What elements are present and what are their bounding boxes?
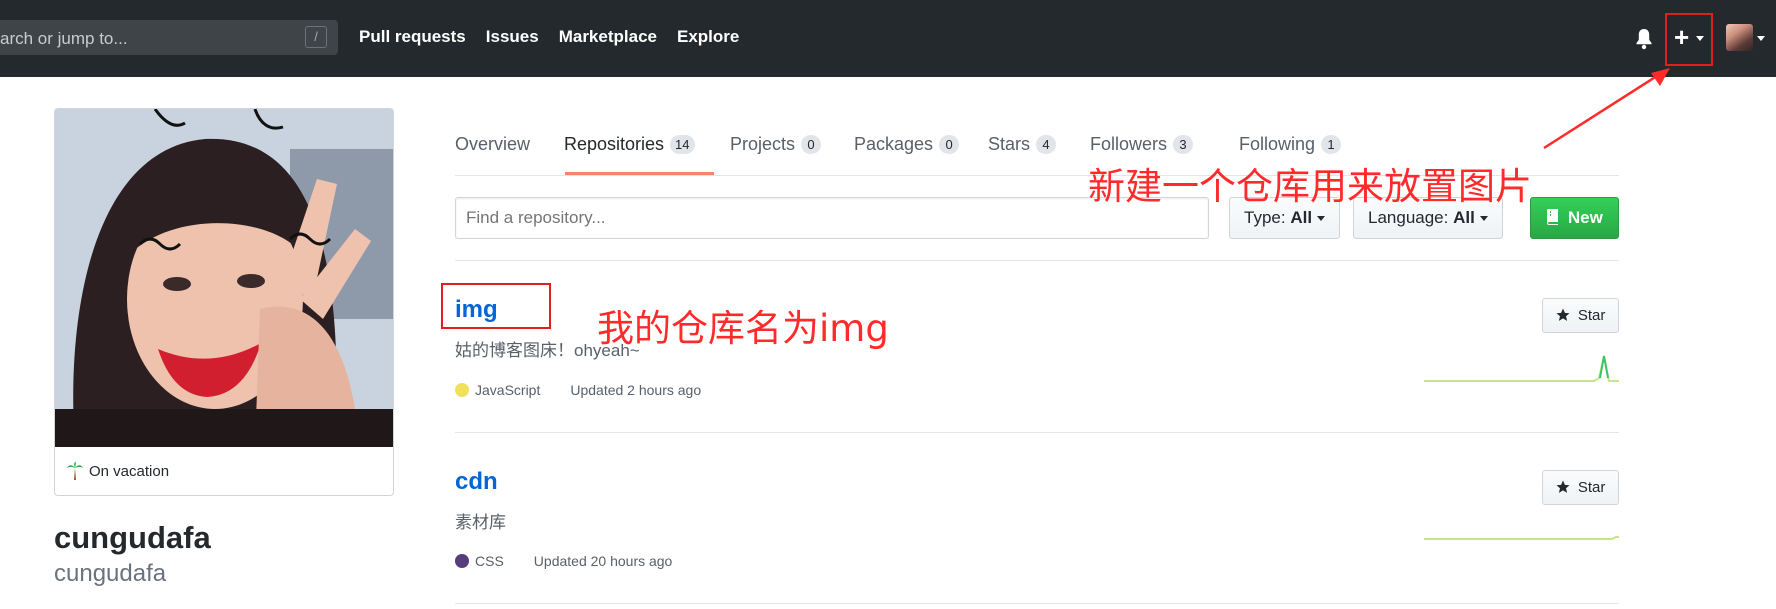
star-button-label: Star bbox=[1577, 479, 1606, 496]
active-tab-indicator bbox=[565, 172, 714, 175]
tab-stars[interactable]: Stars 4 bbox=[988, 134, 1057, 155]
repo-meta: JavaScript Updated 2 hours ago bbox=[455, 382, 701, 398]
repo-name-link[interactable]: cdn bbox=[455, 468, 498, 496]
tab-label: Packages bbox=[854, 134, 934, 154]
star-button[interactable]: Star bbox=[1542, 298, 1619, 333]
palm-tree-icon bbox=[67, 462, 83, 480]
type-filter-label: Type: bbox=[1244, 208, 1286, 227]
tab-label: Projects bbox=[730, 134, 796, 154]
repo-icon bbox=[1547, 209, 1559, 225]
caret-icon bbox=[1757, 36, 1765, 41]
new-repository-button[interactable]: New bbox=[1530, 197, 1619, 239]
search-shortcut-key: / bbox=[305, 26, 327, 48]
bell-icon[interactable] bbox=[1634, 28, 1654, 50]
new-button-label: New bbox=[1567, 208, 1603, 227]
tab-counter: 14 bbox=[670, 135, 695, 154]
tab-label: Following bbox=[1239, 134, 1316, 154]
tab-following[interactable]: Following 1 bbox=[1239, 134, 1342, 155]
tab-counter: 0 bbox=[939, 135, 960, 154]
tab-counter: 4 bbox=[1036, 135, 1057, 154]
repo-language: JavaScript bbox=[475, 382, 541, 398]
user-avatar-menu[interactable] bbox=[1726, 24, 1753, 51]
tab-label: Followers bbox=[1090, 134, 1168, 154]
star-button[interactable]: Star bbox=[1542, 470, 1619, 505]
list-divider bbox=[455, 260, 1619, 261]
repo-updated: Updated 2 hours ago bbox=[570, 382, 702, 398]
tab-label: Overview bbox=[455, 134, 531, 154]
tab-label: Repositories bbox=[564, 134, 665, 154]
nav-marketplace[interactable]: Marketplace bbox=[559, 27, 657, 47]
language-color-dot bbox=[455, 554, 469, 568]
annotation-highlight-repo-name bbox=[441, 283, 551, 329]
caret-icon bbox=[1317, 216, 1326, 222]
nav-pull-requests[interactable]: Pull requests bbox=[359, 27, 466, 47]
tab-followers[interactable]: Followers 3 bbox=[1090, 134, 1194, 155]
profile-photo-drawing bbox=[55, 109, 393, 447]
language-color-dot bbox=[455, 383, 469, 397]
star-icon bbox=[1556, 480, 1570, 493]
search-input[interactable]: arch or jump to... / bbox=[0, 20, 338, 55]
header-nav: Pull requests Issues Marketplace Explore bbox=[359, 27, 739, 47]
repo-language: CSS bbox=[475, 553, 504, 569]
activity-sparkline bbox=[1424, 355, 1619, 382]
repo-updated: Updated 20 hours ago bbox=[533, 553, 673, 569]
tab-counter: 3 bbox=[1173, 135, 1194, 154]
language-filter-label: Language: bbox=[1368, 208, 1449, 227]
profile-photo[interactable] bbox=[55, 109, 393, 447]
annotation-arrow bbox=[1543, 68, 1670, 150]
repo-meta: CSS Updated 20 hours ago bbox=[455, 553, 672, 569]
search-placeholder: arch or jump to... bbox=[0, 29, 128, 48]
activity-sparkline bbox=[1424, 536, 1619, 540]
profile-status[interactable]: On vacation bbox=[67, 462, 169, 480]
nav-explore[interactable]: Explore bbox=[677, 27, 739, 47]
annotation-new-repo-note: 新建一个仓库用来放置图片 bbox=[1088, 165, 1532, 208]
language-filter-value: All bbox=[1453, 208, 1475, 227]
caret-icon bbox=[1479, 216, 1488, 222]
annotation-highlight-plus bbox=[1665, 13, 1713, 66]
annotation-repo-name-note: 我的仓库名为img bbox=[597, 307, 889, 350]
nav-issues[interactable]: Issues bbox=[486, 27, 539, 47]
tab-repositories[interactable]: Repositories 14 bbox=[564, 134, 695, 155]
tab-counter: 0 bbox=[801, 135, 822, 154]
tab-label: Stars bbox=[988, 134, 1031, 154]
list-divider bbox=[455, 603, 1619, 604]
type-filter-value: All bbox=[1290, 208, 1313, 227]
repo-description: 素材库 bbox=[455, 513, 506, 532]
status-text: On vacation bbox=[89, 462, 170, 480]
tab-projects[interactable]: Projects 0 bbox=[730, 134, 822, 155]
tab-overview[interactable]: Overview bbox=[455, 134, 530, 155]
list-divider bbox=[455, 432, 1619, 433]
profile-card: On vacation bbox=[54, 108, 394, 496]
profile-name: cungudafa bbox=[54, 520, 211, 555]
star-icon bbox=[1556, 308, 1570, 321]
tab-counter: 1 bbox=[1321, 135, 1342, 154]
profile-login: cungudafa bbox=[54, 560, 167, 587]
tab-packages[interactable]: Packages 0 bbox=[854, 134, 960, 155]
top-navigation: arch or jump to... / Pull requests Issue… bbox=[0, 0, 1776, 77]
star-button-label: Star bbox=[1577, 307, 1606, 324]
